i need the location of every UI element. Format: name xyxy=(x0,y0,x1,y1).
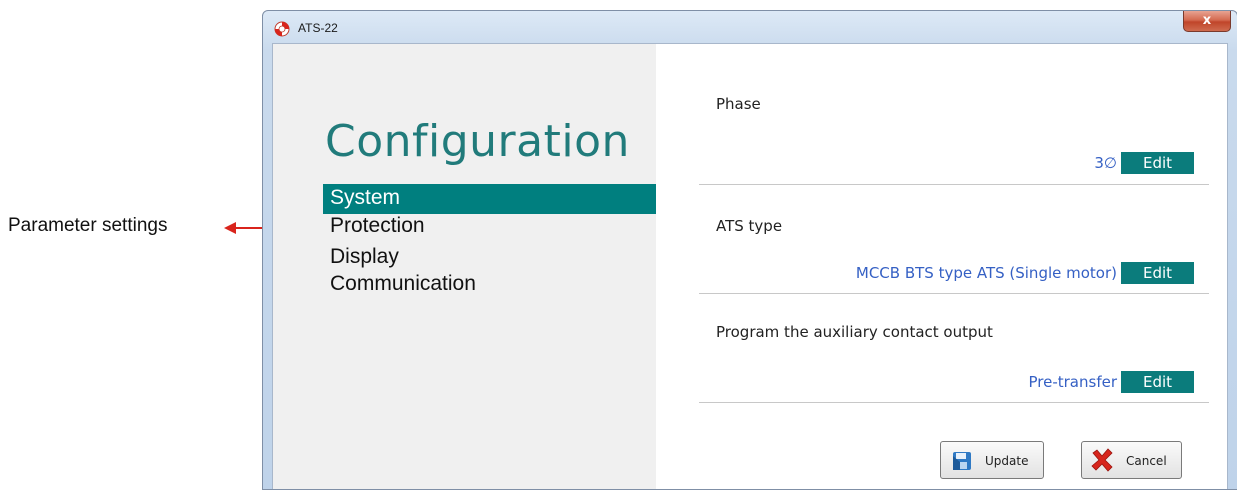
setting-phase: Phase 3∅ Edit xyxy=(699,44,1209,185)
page-title: Configuration xyxy=(325,116,630,167)
app-window: ATS-22 x Configuration System Protection… xyxy=(262,10,1237,490)
window-title: ATS-22 xyxy=(298,21,338,35)
update-button[interactable]: Update xyxy=(940,441,1044,479)
cancel-button[interactable]: Cancel xyxy=(1081,441,1182,479)
sidebar-item-system[interactable]: System xyxy=(323,184,656,214)
update-button-label: Update xyxy=(985,454,1029,468)
setting-label: ATS type xyxy=(716,217,783,235)
annotation-label: Parameter settings xyxy=(8,215,168,236)
setting-value: Pre-transfer xyxy=(1028,373,1118,391)
setting-ats-type: ATS type MCCB BTS type ATS (Single motor… xyxy=(699,184,1209,294)
close-button[interactable]: x xyxy=(1183,11,1231,32)
setting-value: MCCB BTS type ATS (Single motor) xyxy=(855,264,1117,282)
settings-panel: Phase 3∅ Edit ATS type MCCB BTS type ATS… xyxy=(656,44,1227,489)
edit-button-ats-type[interactable]: Edit xyxy=(1121,262,1194,284)
setting-value: 3∅ xyxy=(1094,154,1117,172)
sidebar: Configuration System Protection Display … xyxy=(273,44,656,489)
red-x-icon xyxy=(1091,448,1113,472)
edit-button-phase[interactable]: Edit xyxy=(1121,152,1194,174)
setting-label: Program the auxiliary contact output xyxy=(716,323,993,341)
setting-label: Phase xyxy=(716,95,761,113)
title-bar[interactable]: ATS-22 x xyxy=(263,11,1237,43)
save-disk-icon xyxy=(953,452,971,470)
sidebar-item-communication[interactable]: Communication xyxy=(323,272,656,300)
edit-button-aux-contact[interactable]: Edit xyxy=(1121,371,1194,393)
lifebuoy-icon xyxy=(274,21,290,37)
cancel-button-label: Cancel xyxy=(1126,454,1167,468)
setting-aux-contact-output: Program the auxiliary contact output Pre… xyxy=(699,293,1209,403)
sidebar-item-protection[interactable]: Protection xyxy=(323,214,656,242)
sidebar-nav: System Protection Display Communication xyxy=(323,184,656,300)
client-area: Configuration System Protection Display … xyxy=(272,43,1228,489)
sidebar-item-display[interactable]: Display xyxy=(323,242,656,272)
